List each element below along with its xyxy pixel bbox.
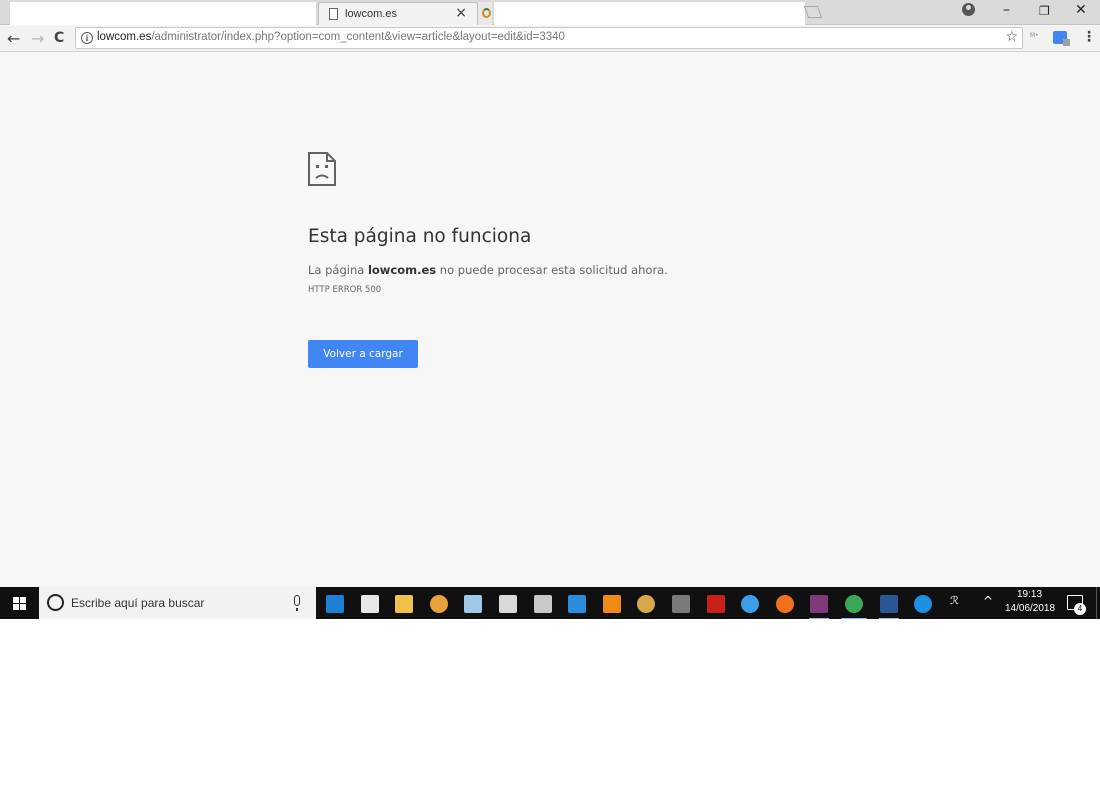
error-code: HTTP ERROR 500 <box>308 285 382 295</box>
minimize-button[interactable]: – <box>1003 2 1010 18</box>
filezilla-server-taskbar-button[interactable] <box>668 591 694 617</box>
store-taskbar-button[interactable] <box>357 591 383 617</box>
movie-maker-icon <box>534 595 552 613</box>
tab-strip: lowcom.es × – ❐ ✕ <box>0 0 1100 25</box>
filezilla-server-icon <box>672 595 690 613</box>
taskbar-search[interactable]: Escribe aquí para buscar <box>39 587 316 619</box>
teamviewer-icon <box>568 595 586 613</box>
joomla-icon <box>482 8 491 18</box>
tab-joomla[interactable] <box>478 2 492 25</box>
notification-count: 4 <box>1074 603 1086 615</box>
address-bar[interactable]: i lowcom.es/administrator/index.php?opti… <box>75 27 1023 49</box>
file-explorer-taskbar-button[interactable] <box>391 591 417 617</box>
tray-chevron-icon[interactable]: ^ <box>983 594 993 608</box>
calculator-taskbar-button[interactable] <box>495 591 521 617</box>
tab-active[interactable]: lowcom.es × <box>318 2 478 25</box>
forward-button[interactable]: → <box>31 29 44 48</box>
onenote-icon <box>810 595 828 613</box>
cortana-icon[interactable] <box>47 594 64 611</box>
extension-icon[interactable]: M• <box>1030 32 1042 42</box>
paint-taskbar-button[interactable] <box>460 591 486 617</box>
firefox-icon <box>776 595 794 613</box>
word-taskbar-button[interactable] <box>876 591 902 619</box>
url-host: lowcom.es <box>97 31 152 43</box>
calculator-icon <box>499 595 517 613</box>
error-description: La página lowcom.es no puede procesar es… <box>308 263 668 277</box>
help-icon <box>914 595 932 613</box>
tab-hidden-1[interactable] <box>10 2 316 25</box>
error-desc-suffix: no puede procesar esta solicitud ahora. <box>436 263 668 277</box>
chrome-icon <box>845 595 863 613</box>
start-button[interactable] <box>0 587 38 619</box>
reload-button[interactable]: Volver a cargar <box>308 340 418 368</box>
teamviewer-taskbar-button[interactable] <box>564 591 590 617</box>
menu-icon[interactable]: ⋮ <box>1082 29 1096 45</box>
page-icon <box>329 8 338 20</box>
windows-logo-icon <box>13 597 26 610</box>
url-path: /administrator/index.php?option=com_cont… <box>151 31 565 43</box>
microphone-icon[interactable] <box>294 595 300 611</box>
bookmark-star-icon[interactable]: ☆ <box>1005 29 1018 45</box>
media-player-taskbar-button[interactable] <box>633 591 659 617</box>
clock-date[interactable]: 14/06/2018 <box>1005 603 1055 614</box>
url-text[interactable]: lowcom.es/administrator/index.php?option… <box>97 31 565 43</box>
error-title: Esta página no funciona <box>308 226 532 247</box>
filezilla-taskbar-button[interactable] <box>703 591 729 617</box>
back-button[interactable]: ← <box>7 29 20 48</box>
vlc-taskbar-button[interactable] <box>599 591 625 617</box>
photos-app-icon <box>430 595 448 613</box>
filezilla-icon <box>707 595 725 613</box>
file-explorer-icon <box>395 595 413 613</box>
internet-explorer-icon <box>741 595 759 613</box>
people-icon[interactable]: ℛ <box>950 594 959 607</box>
help-taskbar-button[interactable] <box>910 591 936 617</box>
taskbar: Escribe aquí para buscar <box>0 587 1100 619</box>
profile-icon[interactable] <box>962 3 975 16</box>
movie-maker-taskbar-button[interactable] <box>530 591 556 617</box>
reload-icon[interactable]: C <box>54 30 64 46</box>
tab-title: lowcom.es <box>345 8 397 20</box>
onenote-taskbar-button[interactable] <box>806 591 832 619</box>
error-desc-prefix: La página <box>308 263 368 277</box>
browser-toolbar: ← → C i lowcom.es/administrator/index.ph… <box>0 26 1100 52</box>
new-tab-button[interactable] <box>803 6 823 18</box>
edge-icon <box>326 595 344 613</box>
vlc-icon <box>603 595 621 613</box>
media-player-icon <box>637 595 655 613</box>
internet-explorer-taskbar-button[interactable] <box>737 591 763 617</box>
tab-hidden-2[interactable] <box>494 2 805 25</box>
sad-page-icon <box>308 152 336 186</box>
restore-button[interactable]: ❐ <box>1039 4 1050 18</box>
screen: lowcom.es × – ❐ ✕ ← → C i lowcom.es/admi… <box>0 0 1100 619</box>
search-placeholder: Escribe aquí para buscar <box>71 596 205 610</box>
store-icon <box>361 595 379 613</box>
close-window-button[interactable]: ✕ <box>1075 2 1087 18</box>
chrome-taskbar-button[interactable] <box>841 591 867 619</box>
clock-time[interactable]: 19:13 <box>1017 589 1042 600</box>
show-desktop-button[interactable] <box>1096 587 1097 619</box>
edge-taskbar-button[interactable] <box>322 591 348 617</box>
word-icon <box>880 595 898 613</box>
paint-icon <box>464 595 482 613</box>
error-desc-host: lowcom.es <box>367 263 437 277</box>
info-icon[interactable]: i <box>81 32 93 44</box>
firefox-taskbar-button[interactable] <box>772 591 798 617</box>
tab-close-icon[interactable]: × <box>455 5 467 21</box>
photos-app-taskbar-button[interactable] <box>426 591 452 617</box>
translate-extension-icon[interactable] <box>1053 31 1070 46</box>
